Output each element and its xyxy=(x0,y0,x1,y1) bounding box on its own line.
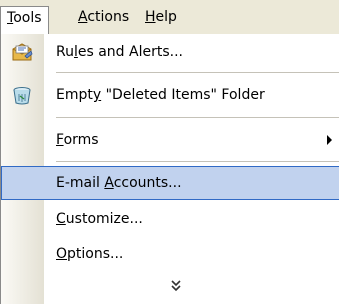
menu-separator xyxy=(56,72,339,73)
menubar-tools-rest: ools xyxy=(13,10,42,26)
tools-dropdown-menu: Rules and Alerts... Empty "Deleted Items… xyxy=(0,34,339,304)
menubar-actions[interactable]: Actions xyxy=(72,6,135,30)
menu-item-label: Customize... xyxy=(56,211,143,227)
menu-item-label: Rules and Alerts... xyxy=(56,44,183,60)
menu-item-customize[interactable]: Customize... xyxy=(1,202,339,236)
double-chevron-down-icon[interactable] xyxy=(169,279,183,293)
menu-item-label: Options... xyxy=(56,246,124,262)
menu-item-label: E-mail Accounts... xyxy=(56,175,182,191)
menu-item-rules-and-alerts[interactable]: Rules and Alerts... xyxy=(1,35,339,69)
menu-separator xyxy=(56,117,339,118)
submenu-arrow-icon xyxy=(327,135,332,145)
recycle-bin-icon xyxy=(11,85,33,105)
menubar-actions-rest: ctions xyxy=(87,9,130,25)
menu-item-forms[interactable]: Forms xyxy=(1,123,339,157)
menu-item-email-accounts[interactable]: E-mail Accounts... xyxy=(1,166,339,200)
menubar-help-rest: elp xyxy=(155,9,177,25)
rules-wizard-icon xyxy=(11,42,33,62)
menu-item-empty-deleted-items[interactable]: Empty "Deleted Items" Folder xyxy=(1,78,339,112)
menubar-actions-mnemonic: A xyxy=(78,9,88,25)
menubar-help-mnemonic: H xyxy=(145,9,156,25)
menubar-tools[interactable]: Tools xyxy=(0,6,49,35)
menubar-help[interactable]: Help xyxy=(139,6,183,30)
menu-item-options[interactable]: Options... xyxy=(1,237,339,271)
menu-item-label: Empty "Deleted Items" Folder xyxy=(56,87,265,103)
menu-item-label: Forms xyxy=(56,132,99,148)
menu-bar: Tools Actions Help xyxy=(0,0,339,35)
menu-separator xyxy=(56,161,339,162)
